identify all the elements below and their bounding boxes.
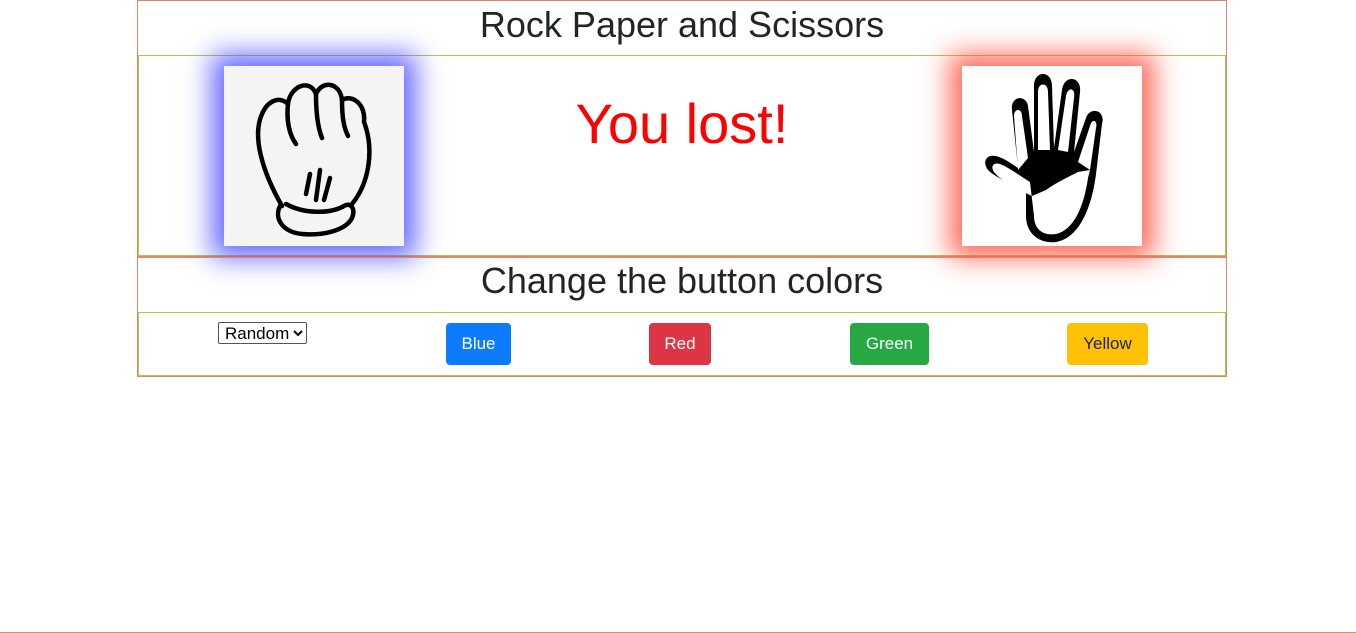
rock-hand-icon: [255, 82, 372, 237]
player-choice-card: [224, 66, 404, 246]
green-button[interactable]: Green: [850, 323, 929, 365]
yellow-button[interactable]: Yellow: [1067, 323, 1148, 365]
paper-hand-icon: [985, 74, 1103, 243]
button-row: Random Blue Red Green Yellow: [138, 312, 1226, 376]
color-select[interactable]: Random: [218, 322, 307, 344]
button-color-section: Change the button colors Random Blue Red…: [137, 257, 1227, 377]
game-section: Rock Paper and Scissors You lost!: [137, 0, 1227, 257]
page: Rock Paper and Scissors You lost! Change…: [0, 0, 1356, 633]
game-title: Rock Paper and Scissors: [479, 4, 885, 45]
button-color-title: Change the button colors: [480, 260, 884, 301]
blue-button[interactable]: Blue: [446, 323, 511, 365]
red-button[interactable]: Red: [649, 323, 711, 365]
game-board: You lost!: [138, 55, 1226, 256]
computer-choice-card: [962, 66, 1142, 246]
